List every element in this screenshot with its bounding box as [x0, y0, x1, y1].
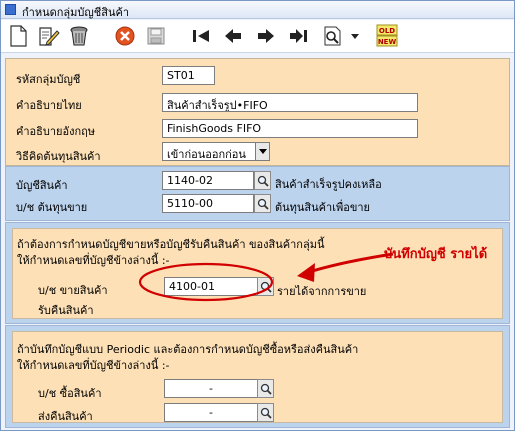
annotation-text: บันทึกบัญชี รายได้ — [384, 247, 488, 262]
arrowhead-icon — [297, 263, 315, 282]
highlight-ellipse — [138, 262, 274, 302]
annotation-arrow — [305, 252, 394, 275]
annotation-overlay — [138, 252, 394, 302]
account-group-window: กำหนดกลุ่มบัญชีสินค้า OLD NEW รหัสกลุ่มบ… — [0, 0, 515, 431]
